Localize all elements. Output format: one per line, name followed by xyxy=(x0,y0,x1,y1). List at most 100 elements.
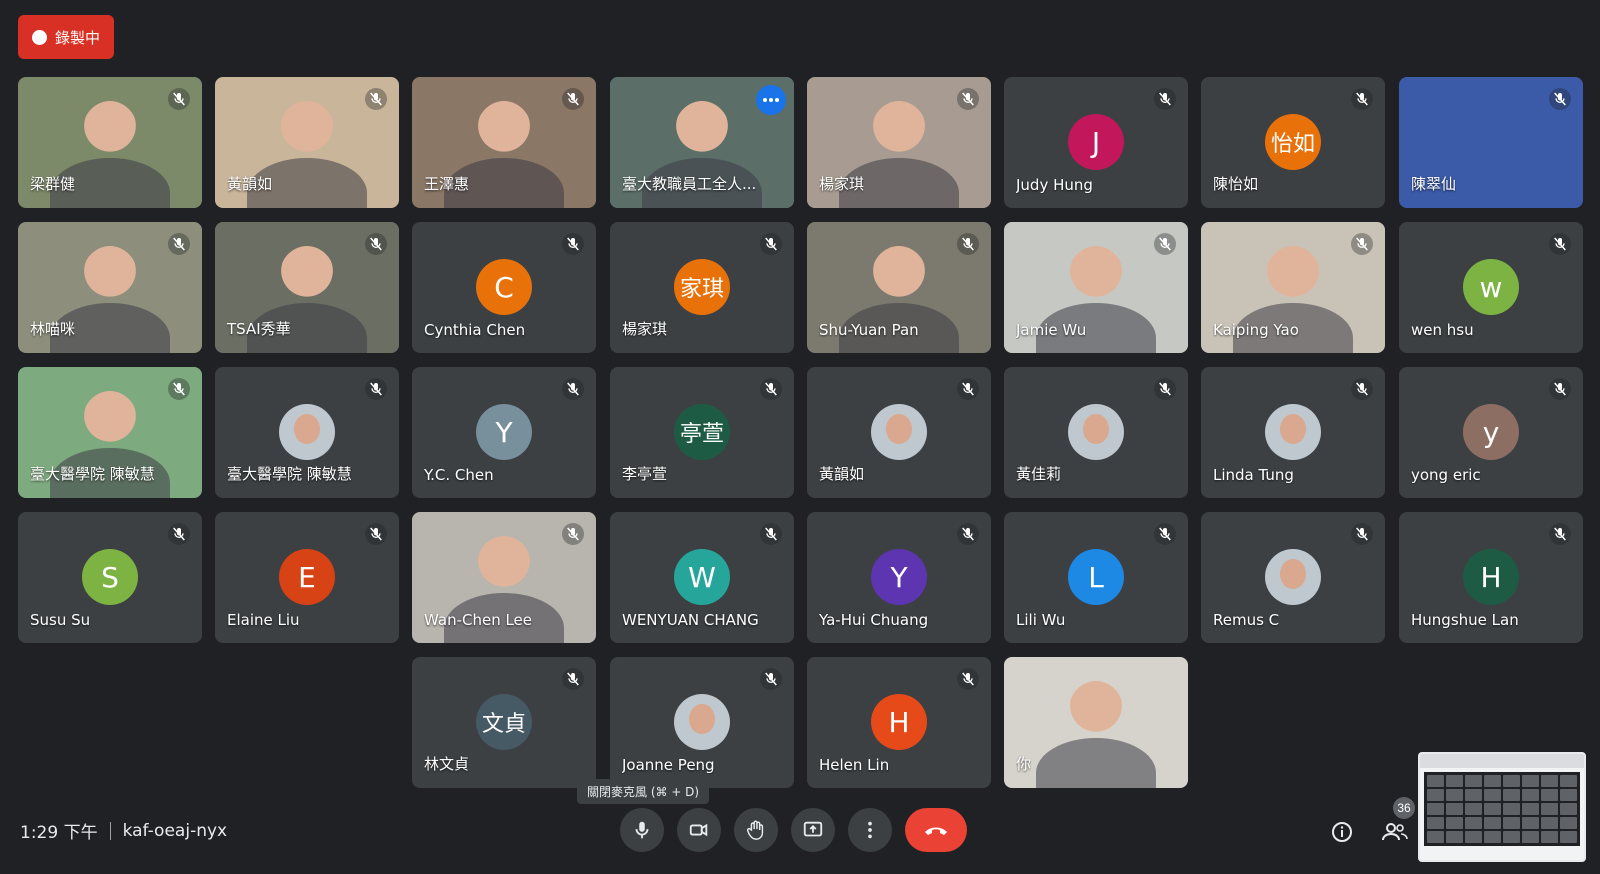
participant-tile[interactable]: TSAI秀華 xyxy=(215,222,399,353)
self-tile[interactable]: 你 xyxy=(1004,657,1188,788)
self-screen-preview[interactable] xyxy=(1418,752,1586,862)
participant-tile[interactable]: 文貞 林文貞 xyxy=(412,657,596,788)
meeting-time: 1:29 下午 xyxy=(20,823,98,843)
participant-tile[interactable]: w wen hsu xyxy=(1399,222,1583,353)
preview-cell xyxy=(1484,775,1501,787)
participant-name: Wan-Chen Lee xyxy=(424,611,533,629)
participant-tile[interactable]: 林喵咪 xyxy=(18,222,202,353)
participant-tile[interactable]: y yong eric xyxy=(1399,367,1583,498)
participant-tile[interactable]: Joanne Peng xyxy=(610,657,794,788)
participant-name: Judy Hung xyxy=(1016,176,1093,194)
participant-tile[interactable]: L Lili Wu xyxy=(1004,512,1188,643)
preview-cell xyxy=(1522,831,1539,843)
participant-tile[interactable]: Jamie Wu xyxy=(1004,222,1188,353)
participant-tile[interactable]: Linda Tung xyxy=(1201,367,1385,498)
participant-tile[interactable]: 怡如 陳怡如 xyxy=(1201,77,1385,208)
preview-cell xyxy=(1427,789,1444,801)
participant-tile[interactable]: 黃韻如 xyxy=(215,77,399,208)
mic-off-icon xyxy=(168,378,190,400)
participant-tile[interactable]: 楊家琪 xyxy=(807,77,991,208)
mic-icon xyxy=(635,821,649,839)
camera-button[interactable] xyxy=(677,808,721,852)
meeting-details-button[interactable] xyxy=(1322,812,1362,852)
more-horiz-icon xyxy=(763,98,779,102)
participant-tile[interactable]: 王澤惠 xyxy=(412,77,596,208)
present-button[interactable] xyxy=(791,808,835,852)
participant-name: Susu Su xyxy=(30,611,91,629)
mic-off-icon xyxy=(562,88,584,110)
mic-off-icon xyxy=(760,378,782,400)
preview-cell xyxy=(1503,775,1520,787)
preview-cell xyxy=(1484,817,1501,829)
mic-button[interactable] xyxy=(620,808,664,852)
participant-tile[interactable]: 臺大醫學院 陳敏慧 xyxy=(215,367,399,498)
more-options-button[interactable] xyxy=(848,808,892,852)
participant-tile[interactable]: 臺大醫學院 陳敏慧 xyxy=(18,367,202,498)
participant-tile[interactable]: S Susu Su xyxy=(18,512,202,643)
mic-off-icon xyxy=(957,378,979,400)
participant-tile[interactable]: 臺大教職員工全人... xyxy=(610,77,794,208)
participant-name: Ya-Hui Chuang xyxy=(819,611,929,629)
mic-off-icon xyxy=(1549,233,1571,255)
participant-name: 黃佳莉 xyxy=(1016,465,1062,483)
preview-cell xyxy=(1541,789,1558,801)
preview-cell xyxy=(1465,775,1482,787)
participant-tile[interactable]: Y Y.C. Chen xyxy=(412,367,596,498)
mic-off-icon xyxy=(957,668,979,690)
preview-cell xyxy=(1503,803,1520,815)
mic-off-icon xyxy=(168,233,190,255)
participant-avatar: L xyxy=(1068,549,1124,605)
preview-cell xyxy=(1427,775,1444,787)
mic-off-icon xyxy=(1549,523,1571,545)
preview-cell xyxy=(1446,817,1463,829)
participant-video xyxy=(1004,657,1188,788)
preview-cell xyxy=(1427,803,1444,815)
hangup-button[interactable] xyxy=(905,808,967,852)
participant-name: Helen Lin xyxy=(819,756,890,774)
participant-tile[interactable]: Kaiping Yao xyxy=(1201,222,1385,353)
participant-tile[interactable]: J Judy Hung xyxy=(1004,77,1188,208)
preview-grid xyxy=(1424,772,1580,846)
mic-off-icon xyxy=(562,668,584,690)
participant-tile[interactable]: E Elaine Liu xyxy=(215,512,399,643)
participant-name: Jamie Wu xyxy=(1016,321,1087,339)
mic-tooltip: 關閉麥克風 (⌘ + D) xyxy=(577,779,710,804)
participant-tile[interactable]: C Cynthia Chen xyxy=(412,222,596,353)
participant-avatar: H xyxy=(871,694,927,750)
raise-hand-button[interactable] xyxy=(734,808,778,852)
participant-tile[interactable]: Wan-Chen Lee xyxy=(412,512,596,643)
participant-avatar: w xyxy=(1463,259,1519,315)
participant-tile[interactable]: H Hungshue Lan xyxy=(1399,512,1583,643)
preview-cell xyxy=(1484,803,1501,815)
participant-name: 你 xyxy=(1016,755,1032,773)
participant-name: 陳翠仙 xyxy=(1411,175,1457,193)
preview-cell xyxy=(1560,831,1577,843)
participant-name: Remus C xyxy=(1213,611,1280,629)
preview-cell xyxy=(1484,831,1501,843)
preview-cell xyxy=(1465,789,1482,801)
participant-avatar: Y xyxy=(476,404,532,460)
hangup-icon xyxy=(925,827,947,835)
meeting-code: kaf-oeaj-nyx xyxy=(122,820,228,841)
participant-tile[interactable]: Remus C xyxy=(1201,512,1385,643)
people-button[interactable] xyxy=(1375,812,1415,852)
participant-tile[interactable]: 梁群健 xyxy=(18,77,202,208)
mic-off-icon xyxy=(760,668,782,690)
participant-name: yong eric xyxy=(1411,466,1481,484)
participant-name: Hungshue Lan xyxy=(1411,611,1519,629)
participant-tile[interactable]: W WENYUAN CHANG xyxy=(610,512,794,643)
divider xyxy=(109,821,111,840)
participant-tile[interactable]: 黃佳莉 xyxy=(1004,367,1188,498)
mic-off-icon xyxy=(957,88,979,110)
participant-tile[interactable]: H Helen Lin xyxy=(807,657,991,788)
participant-tile[interactable]: 家琪 楊家琪 xyxy=(610,222,794,353)
tile-more-options-button[interactable] xyxy=(756,85,786,115)
mic-off-icon xyxy=(168,523,190,545)
participant-tile[interactable]: Y Ya-Hui Chuang xyxy=(807,512,991,643)
participant-tile[interactable]: 黃韻如 xyxy=(807,367,991,498)
participant-tile[interactable]: 亭萱 李亭萱 xyxy=(610,367,794,498)
participant-tile[interactable]: 陳翠仙 xyxy=(1399,77,1583,208)
mic-off-icon xyxy=(562,523,584,545)
participant-photo-avatar xyxy=(871,404,927,460)
participant-tile[interactable]: Shu-Yuan Pan xyxy=(807,222,991,353)
